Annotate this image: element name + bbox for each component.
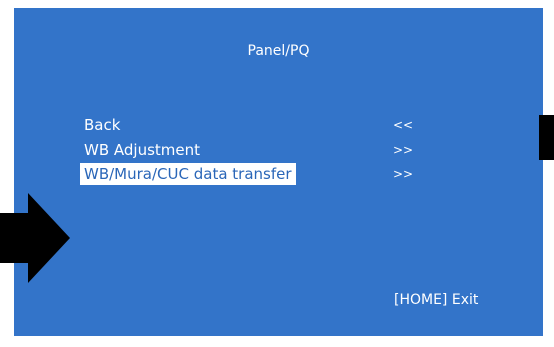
menu-item-label: WB Adjustment bbox=[84, 141, 201, 159]
forward-chevron-icon: >> bbox=[393, 143, 414, 157]
exit-hint: [HOME] Exit bbox=[394, 292, 479, 308]
forward-chevron-icon: >> bbox=[393, 167, 414, 181]
black-tab-icon bbox=[539, 115, 554, 160]
osd-menu-panel: Panel/PQ Back << WB Adjustment >> WB/Mur… bbox=[14, 8, 543, 336]
back-chevron-icon: << bbox=[393, 118, 414, 132]
right-arrow-icon bbox=[0, 193, 70, 283]
menu-item-label: Back bbox=[84, 116, 121, 134]
menu-item-back[interactable]: Back << bbox=[80, 114, 430, 136]
menu-item-wb-mura-cuc-data-transfer[interactable]: WB/Mura/CUC data transfer >> bbox=[80, 163, 430, 185]
menu-title: Panel/PQ bbox=[247, 43, 310, 59]
menu-item-label: WB/Mura/CUC data transfer bbox=[80, 163, 296, 185]
tv-screen: Panel/PQ Back << WB Adjustment >> WB/Mur… bbox=[0, 0, 554, 347]
menu-item-wb-adjustment[interactable]: WB Adjustment >> bbox=[80, 139, 430, 161]
